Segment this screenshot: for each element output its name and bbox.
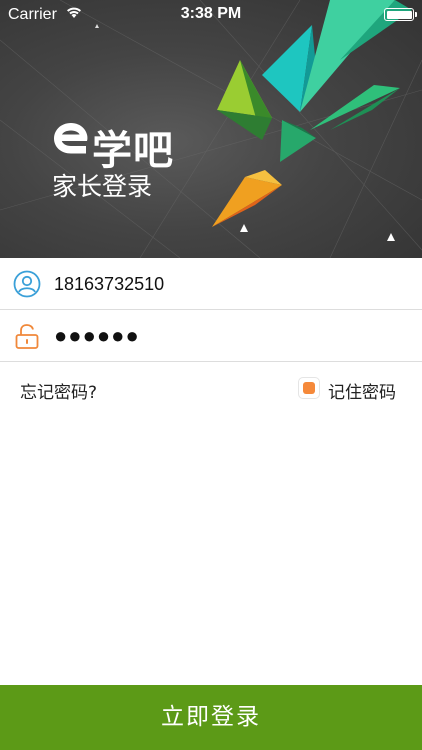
password-row[interactable]: ●●●●●● — [0, 310, 422, 362]
page-subtitle: 家长登录 — [52, 172, 153, 201]
remember-checkbox[interactable] — [298, 377, 320, 399]
lock-icon — [15, 324, 39, 349]
e-logo-icon — [54, 123, 88, 154]
header-banner: Carrier 3:38 PM 学吧 家长登录 — [0, 0, 422, 258]
forgot-password-link[interactable]: 忘记密码? — [20, 378, 97, 403]
battery-icon — [384, 8, 417, 21]
username-row[interactable]: 18163732510 — [0, 258, 422, 310]
remember-password-toggle[interactable]: 记住密码 — [298, 376, 398, 404]
remember-password-label: 记住密码 — [328, 383, 396, 403]
login-button[interactable]: 立即登录 — [0, 685, 422, 750]
password-input[interactable]: ●●●●●● — [54, 310, 140, 362]
status-time: 3:38 PM — [180, 5, 242, 22]
user-icon — [13, 270, 41, 298]
checked-indicator — [303, 382, 315, 394]
status-bar: Carrier 3:38 PM — [0, 0, 422, 30]
username-input[interactable]: 18163732510 — [54, 258, 164, 310]
